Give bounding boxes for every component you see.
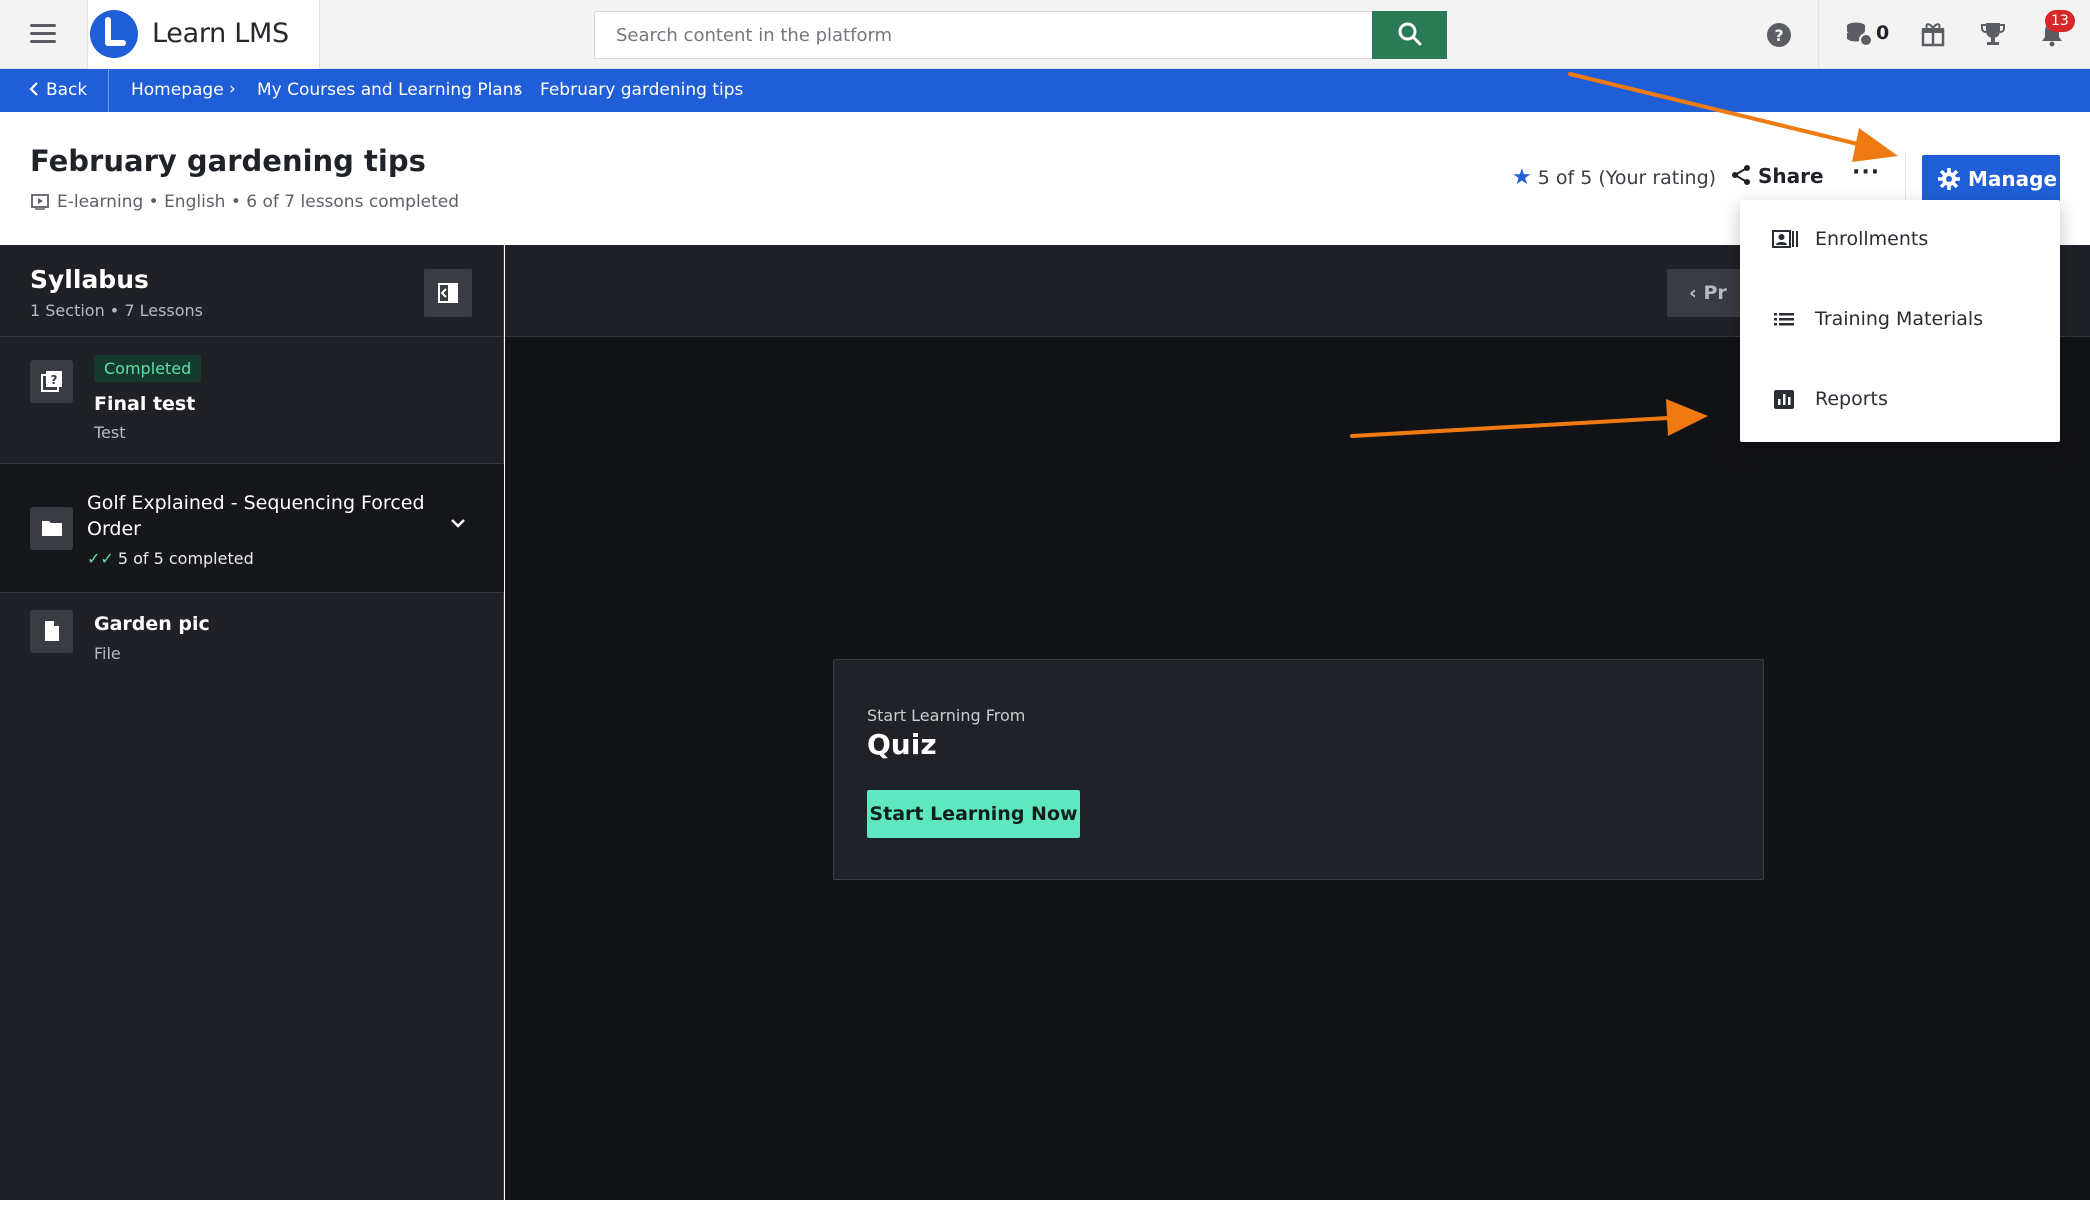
- search-icon: [1398, 22, 1421, 45]
- section-item[interactable]: Golf Explained - Sequencing Forced Order…: [0, 463, 504, 593]
- manage-label: Manage: [1968, 167, 2058, 191]
- syllabus-summary: 1 Section • 7 Lessons: [30, 301, 203, 320]
- svg-text:?: ?: [1774, 26, 1783, 45]
- share-icon: [1732, 165, 1750, 185]
- logo-mark-icon: [90, 10, 138, 58]
- manage-dropdown-menu: Enrollments Training Materials Reports: [1740, 200, 2060, 442]
- gift-icon[interactable]: [1920, 21, 1946, 51]
- section-progress-text: 5 of 5 completed: [117, 549, 254, 568]
- search-box: [594, 11, 1373, 59]
- notifications-badge: 13: [2045, 10, 2075, 32]
- section-name: Golf Explained - Sequencing Forced Order: [87, 492, 425, 540]
- header-divider: [1905, 152, 1906, 204]
- rating-text: 5 of 5 (Your rating): [1537, 167, 1717, 189]
- more-options-button[interactable]: ···: [1852, 160, 1880, 185]
- course-meta: E-learning • English • 6 of 7 lessons co…: [31, 192, 459, 212]
- syllabus-sidebar: Syllabus 1 Section • 7 Lessons ? Complet…: [0, 245, 504, 1200]
- menu-item-reports[interactable]: Reports: [1740, 360, 2060, 440]
- coins-count: 0: [1876, 22, 1890, 44]
- start-learning-card: Start Learning From Quiz Start Learning …: [833, 659, 1764, 880]
- syllabus-header: Syllabus 1 Section • 7 Lessons: [0, 245, 504, 337]
- lesson-name: Final test: [94, 393, 196, 415]
- back-label: Back: [46, 80, 88, 100]
- chevron-down-icon[interactable]: [448, 516, 468, 530]
- lesson-type: Test: [94, 423, 126, 442]
- list-item[interactable]: Garden pic File: [0, 594, 504, 686]
- start-learning-button[interactable]: Start Learning Now: [867, 790, 1080, 838]
- svg-text:?: ?: [51, 373, 58, 387]
- manage-button[interactable]: Manage: [1922, 155, 2060, 203]
- start-item-title: Quiz: [867, 728, 937, 761]
- coins-icon[interactable]: [1845, 21, 1873, 51]
- top-bar: Learn LMS ? 0: [0, 0, 2090, 69]
- previous-label: Pr: [1703, 282, 1727, 304]
- section-progress: ✓✓ 5 of 5 completed: [87, 549, 254, 568]
- status-badge: Completed: [94, 355, 202, 382]
- quiz-icon: ?: [30, 360, 73, 403]
- collapse-sidebar-button[interactable]: [424, 269, 472, 317]
- chevron-left-icon: ‹: [1689, 282, 1704, 304]
- help-icon[interactable]: ?: [1766, 22, 1792, 52]
- menu-item-label: Enrollments: [1815, 228, 1929, 250]
- breadcrumb-homepage[interactable]: Homepage: [131, 80, 224, 100]
- breadcrumb-current-course: February gardening tips: [540, 80, 744, 100]
- video-icon: [31, 194, 49, 210]
- trophy-icon[interactable]: [1980, 20, 2006, 51]
- chevron-right-icon: ›: [229, 79, 236, 99]
- breadcrumb: Back Homepage › My Courses and Learning …: [0, 69, 2090, 112]
- double-check-icon: ✓✓: [87, 549, 114, 568]
- syllabus-title: Syllabus: [30, 265, 149, 294]
- chevron-left-icon: [29, 82, 38, 96]
- list-item[interactable]: ?: [0, 337, 504, 463]
- enrollments-icon: [1772, 230, 1798, 248]
- back-button[interactable]: Back: [28, 80, 87, 100]
- page-title: February gardening tips: [30, 144, 426, 178]
- lesson-name: Garden pic: [94, 613, 210, 635]
- menu-item-label: Training Materials: [1815, 308, 1984, 330]
- file-icon: [30, 610, 73, 653]
- chevron-right-icon: ›: [514, 79, 521, 99]
- menu-item-label: Reports: [1815, 388, 1888, 410]
- topbar-divider: [1818, 0, 1819, 69]
- course-meta-text: E-learning • English • 6 of 7 lessons co…: [57, 192, 460, 212]
- logo[interactable]: Learn LMS: [87, 0, 320, 69]
- collapse-panel-icon: [438, 283, 458, 303]
- share-button[interactable]: Share: [1730, 164, 1824, 188]
- breadcrumb-my-courses[interactable]: My Courses and Learning Plans: [257, 80, 522, 100]
- list-icon: [1774, 313, 1794, 326]
- app-name: Learn LMS: [152, 18, 289, 49]
- gear-icon: [1937, 167, 1961, 191]
- bar-chart-icon: [1774, 390, 1794, 409]
- share-label: Share: [1758, 164, 1824, 188]
- lesson-type: File: [94, 644, 121, 663]
- rating[interactable]: ★ 5 of 5 (Your rating): [1512, 165, 1716, 190]
- star-icon: ★: [1512, 165, 1532, 190]
- menu-item-training-materials[interactable]: Training Materials: [1740, 280, 2060, 360]
- page-bottom-edge: [0, 1200, 2090, 1214]
- hamburger-menu-icon[interactable]: [30, 22, 56, 44]
- menu-item-enrollments[interactable]: Enrollments: [1740, 200, 2060, 280]
- search-button[interactable]: [1372, 11, 1447, 59]
- start-from-label: Start Learning From: [867, 706, 1026, 725]
- folder-icon: [30, 507, 73, 550]
- breadcrumb-divider: [108, 69, 109, 112]
- search-input[interactable]: [595, 12, 1373, 58]
